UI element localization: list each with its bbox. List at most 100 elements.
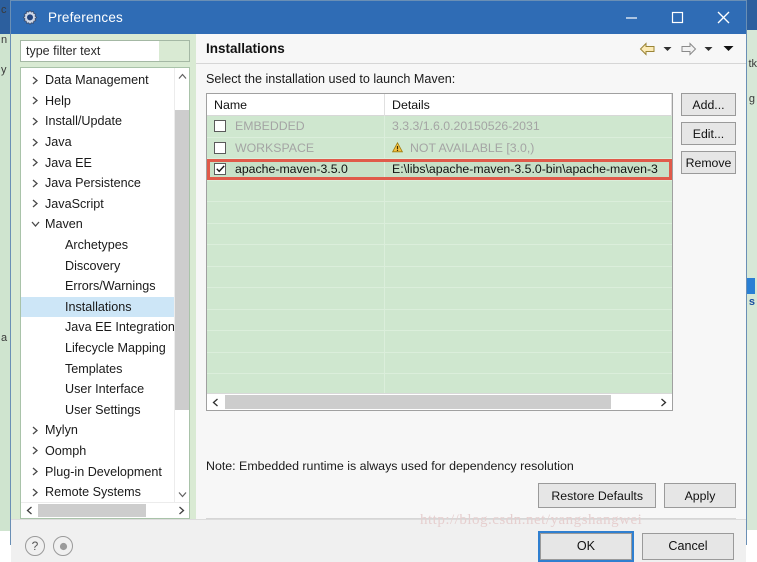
scrollbar-thumb[interactable] xyxy=(175,110,189,410)
cell-empty xyxy=(207,180,385,202)
sidebar-item-discovery[interactable]: Discovery xyxy=(21,255,189,276)
tree-horizontal-scrollbar[interactable] xyxy=(21,502,189,519)
sidebar-item-archetypes[interactable]: Archetypes xyxy=(21,235,189,256)
background-right-text-fragment: g xyxy=(748,93,755,105)
chevron-right-icon[interactable] xyxy=(31,467,45,476)
cell-name: EMBEDDED xyxy=(207,116,385,137)
sidebar-item-user-interface[interactable]: User Interface xyxy=(21,379,189,400)
sidebar-item-plug-in-development[interactable]: Plug-in Development xyxy=(21,461,189,482)
scroll-right-arrow-icon[interactable] xyxy=(173,503,189,518)
maximize-button[interactable] xyxy=(654,1,700,34)
add-button[interactable]: Add... xyxy=(681,93,736,116)
checkbox-checked[interactable] xyxy=(214,163,226,176)
apply-button[interactable]: Apply xyxy=(664,483,736,509)
scrollbar-thumb[interactable] xyxy=(225,395,611,409)
table-row-empty xyxy=(207,352,672,374)
forward-history-chevron-down-icon[interactable] xyxy=(701,39,716,59)
sidebar-item-label: Lifecycle Mapping xyxy=(65,341,166,356)
ok-button[interactable]: OK xyxy=(538,530,634,562)
background-right-text-fragment: s xyxy=(748,296,755,308)
scroll-down-arrow-icon[interactable] xyxy=(175,486,189,502)
sidebar-item-help[interactable]: Help xyxy=(21,91,189,112)
sidebar-item-maven[interactable]: Maven xyxy=(21,214,189,235)
sidebar-item-templates[interactable]: Templates xyxy=(21,358,189,379)
table-row[interactable]: apache-maven-3.5.0 E:\libs\apache-maven-3… xyxy=(207,158,672,181)
chevron-right-icon[interactable] xyxy=(31,76,45,85)
chevron-right-icon[interactable] xyxy=(31,158,45,167)
background-right-text-fragment: tk xyxy=(748,58,757,70)
chevron-right-icon[interactable] xyxy=(31,179,45,188)
checkbox-unchecked[interactable] xyxy=(214,141,226,154)
checkbox-unchecked[interactable] xyxy=(214,120,226,133)
cell-empty xyxy=(207,330,385,352)
sidebar-item-label: Plug-in Development xyxy=(45,464,162,479)
scroll-up-arrow-icon[interactable] xyxy=(175,68,189,84)
edit-button[interactable]: Edit... xyxy=(681,122,736,145)
column-header-name[interactable]: Name xyxy=(207,94,385,116)
cell-details: E:\libs\apache-maven-3.5.0-bin\apache-ma… xyxy=(385,162,672,176)
chevron-right-icon[interactable] xyxy=(31,138,45,147)
chevron-right-icon[interactable] xyxy=(31,426,45,435)
tree-list: Data Management Help Install/Update Java Jav… xyxy=(21,68,189,502)
tree-vertical-scrollbar[interactable] xyxy=(174,68,189,503)
sidebar-item-label: Archetypes xyxy=(65,238,128,253)
chevron-down-icon[interactable] xyxy=(31,220,45,228)
sidebar-item-lifecycle-mapping[interactable]: Lifecycle Mapping xyxy=(21,338,189,359)
table-row[interactable]: EMBEDDED 3.3.3/1.6.0.20150526-2031 xyxy=(207,116,672,138)
cell-name: apache-maven-3.5.0 xyxy=(207,158,385,180)
sidebar-item-label: User Settings xyxy=(65,402,141,417)
back-arrow-icon[interactable] xyxy=(636,39,658,59)
sidebar-item-label: Java Persistence xyxy=(45,176,141,191)
view-menu-chevron-down-icon[interactable] xyxy=(718,39,738,59)
sidebar-item-java[interactable]: Java xyxy=(21,132,189,153)
sidebar-item-install-update[interactable]: Install/Update xyxy=(21,111,189,132)
table-row-empty xyxy=(207,201,672,224)
sidebar-item-label: Help xyxy=(45,93,71,108)
installation-details: E:\libs\apache-maven-3.5.0-bin\apache-ma… xyxy=(392,162,658,177)
sidebar-item-user-settings[interactable]: User Settings xyxy=(21,400,189,421)
preferences-dialog: Preferences type filter text Data Manage… xyxy=(10,0,747,562)
chevron-right-icon[interactable] xyxy=(31,199,45,208)
forward-arrow-icon[interactable] xyxy=(677,39,699,59)
sidebar-item-oomph[interactable]: Oomph xyxy=(21,441,189,462)
remove-button[interactable]: Remove xyxy=(681,151,736,174)
sidebar-item-installations[interactable]: Installations xyxy=(21,296,189,318)
cancel-button[interactable]: Cancel xyxy=(642,532,734,560)
warning-icon xyxy=(392,142,403,153)
installation-details: NOT AVAILABLE [3.0,) xyxy=(410,140,535,155)
sidebar-item-java-ee[interactable]: Java EE xyxy=(21,152,189,173)
scroll-left-arrow-icon[interactable] xyxy=(207,394,224,410)
chevron-right-icon[interactable] xyxy=(31,488,45,497)
table-row[interactable]: WORKSPACE NOT AVAILABLE [3.0,) xyxy=(207,137,672,159)
chevron-right-icon[interactable] xyxy=(31,117,45,126)
dialog-body: type filter text Data Management Help Inst… xyxy=(11,34,746,520)
scrollbar-thumb[interactable] xyxy=(38,504,146,518)
sidebar-item-mylyn[interactable]: Mylyn xyxy=(21,420,189,441)
column-header-details[interactable]: Details xyxy=(385,94,672,116)
filter-placeholder: type filter text xyxy=(26,44,101,58)
table-action-buttons: Add... Edit... Remove xyxy=(673,93,736,451)
sidebar-item-errors-warnings[interactable]: Errors/Warnings xyxy=(21,276,189,297)
table-horizontal-scrollbar[interactable] xyxy=(207,393,672,410)
cell-empty xyxy=(207,309,385,331)
minimize-button[interactable] xyxy=(608,1,654,34)
back-history-chevron-down-icon[interactable] xyxy=(660,39,675,59)
filter-input-wrap[interactable]: type filter text xyxy=(20,40,190,62)
record-circle-icon[interactable] xyxy=(53,536,73,557)
sidebar-item-data-management[interactable]: Data Management xyxy=(21,70,189,91)
scroll-right-arrow-icon[interactable] xyxy=(655,394,672,410)
sidebar-item-java-persistence[interactable]: Java Persistence xyxy=(21,173,189,194)
close-button[interactable] xyxy=(700,1,746,34)
restore-defaults-button[interactable]: Restore Defaults xyxy=(538,483,656,509)
sidebar-item-label: Java xyxy=(45,135,72,150)
chevron-right-icon[interactable] xyxy=(31,446,45,455)
window-controls xyxy=(608,1,746,34)
sidebar-item-label: Discovery xyxy=(65,258,121,273)
sidebar-item-remote-systems[interactable]: Remote Systems xyxy=(21,482,189,503)
scroll-left-arrow-icon[interactable] xyxy=(21,503,37,518)
sidebar-item-java-ee-integration[interactable]: Java EE Integration xyxy=(21,317,189,338)
question-mark-icon[interactable]: ? xyxy=(25,536,45,557)
cell-empty xyxy=(207,201,385,223)
chevron-right-icon[interactable] xyxy=(31,96,45,105)
sidebar-item-javascript[interactable]: JavaScript xyxy=(21,194,189,215)
